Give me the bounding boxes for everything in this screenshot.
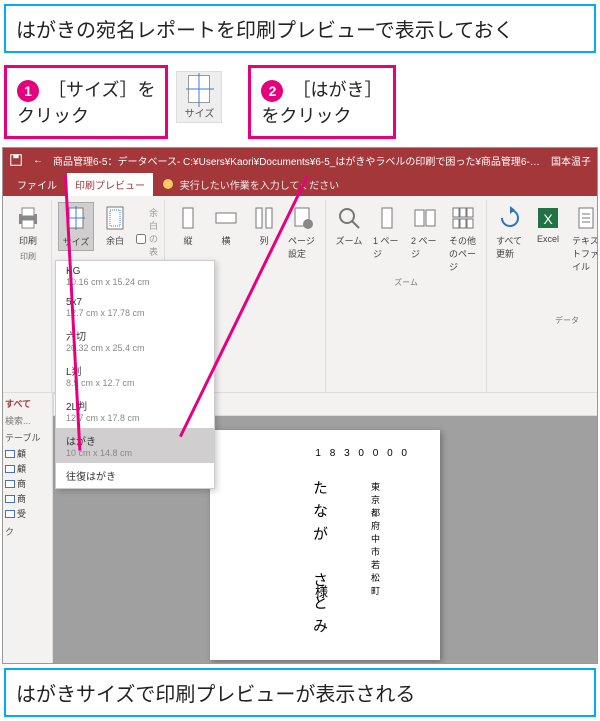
nav-table-item[interactable]: 受 xyxy=(5,506,50,521)
landscape-button[interactable]: 横 xyxy=(209,202,243,249)
size-button-label: サイズ xyxy=(185,105,215,120)
group-label-print: 印刷 xyxy=(20,251,36,262)
postcard-page: 1 8 3 0 0 0 0 東京都府中市若松町 たなが さとみ 様 xyxy=(210,430,440,660)
columns-icon xyxy=(250,204,278,232)
page-icon xyxy=(188,75,210,103)
nav-table-item[interactable]: 商 xyxy=(5,476,50,491)
more-pages-icon xyxy=(449,204,477,232)
step2-text-b: をクリック xyxy=(261,106,351,126)
ribbon-group-zoom: ズーム 1 ページ 2 ページ その他のページ ズーム xyxy=(326,200,487,392)
group-label-zoom: ズーム xyxy=(394,277,418,288)
table-icon xyxy=(5,450,15,458)
zoom-button[interactable]: ズーム xyxy=(332,202,366,249)
step1-text-a: ［サイズ］を xyxy=(48,80,155,100)
access-window: ← 商品管理6-5：データベース- C:¥Users¥Kaori¥Documen… xyxy=(2,147,598,664)
tab-print-preview[interactable]: 印刷プレビュー xyxy=(67,173,153,196)
margin-button[interactable]: 余白 xyxy=(98,202,132,249)
excel-icon: X xyxy=(534,204,562,232)
instruction-top: はがきの宛名レポートを印刷プレビューで表示しておく xyxy=(4,4,596,53)
two-page-button[interactable]: 2 ページ xyxy=(408,202,442,262)
print-label: 印刷 xyxy=(19,234,37,247)
excel-button[interactable]: X Excel xyxy=(531,202,565,246)
tab-file[interactable]: ファイル xyxy=(9,173,65,196)
nav-table-item[interactable]: 商 xyxy=(5,491,50,506)
size-dropdown-menu: KG 10.16 cm x 15.24 cm 5x7 12.7 cm x 17.… xyxy=(55,260,215,489)
annotation-step-1: 1 ［サイズ］を クリック xyxy=(4,65,168,139)
back-icon[interactable]: ← xyxy=(33,155,43,166)
svg-text:X: X xyxy=(543,211,553,227)
table-icon xyxy=(5,480,15,488)
instruction-bottom-text: はがきサイズで印刷プレビューが表示される xyxy=(16,684,415,706)
annotation-row: 1 ［サイズ］を クリック サイズ 2 ［はがき］ をクリック xyxy=(0,57,600,147)
ribbon-group-print: 印刷 印刷 xyxy=(5,200,52,392)
text-file-button[interactable]: テキストファイル xyxy=(569,202,598,275)
instruction-bottom: はがきサイズで印刷プレビューが表示される xyxy=(4,668,596,717)
landscape-icon xyxy=(212,204,240,232)
save-icon[interactable] xyxy=(9,153,23,167)
bulb-icon xyxy=(163,179,173,189)
group-label-data: データ xyxy=(555,315,579,326)
size-option-kg[interactable]: KG 10.16 cm x 15.24 cm xyxy=(56,261,214,292)
size-button[interactable]: サイズ xyxy=(58,202,94,251)
nav-group-tables[interactable]: テーブル xyxy=(5,431,50,444)
instruction-top-text: はがきの宛名レポートを印刷プレビューで表示しておく xyxy=(16,20,514,42)
show-margin-input[interactable] xyxy=(136,234,146,244)
size-option-6cut[interactable]: 六切 20.32 cm x 25.4 cm xyxy=(56,323,214,358)
size-option-5x7[interactable]: 5x7 12.7 cm x 17.78 cm xyxy=(56,292,214,323)
refresh-icon xyxy=(496,204,524,232)
zoom-icon xyxy=(335,204,363,232)
printer-icon xyxy=(14,204,42,232)
size-button-illustration: サイズ xyxy=(176,71,222,123)
table-icon xyxy=(5,465,15,473)
nav-header[interactable]: すべて xyxy=(5,397,50,410)
step-number-1: 1 xyxy=(17,80,39,102)
nav-table-item[interactable]: 顧 xyxy=(5,461,50,476)
step1-text-b: クリック xyxy=(17,106,89,126)
table-icon xyxy=(5,510,15,518)
tell-me-text: 実行したい作業を入力してください xyxy=(180,181,339,192)
ribbon-group-data: すべて更新 X Excel テキストファイル 📄PDF または XF ✉電子メー… xyxy=(487,200,598,392)
more-pages-button[interactable]: その他のページ xyxy=(446,202,480,275)
portrait-icon xyxy=(174,204,202,232)
size-option-l[interactable]: L判 8.9 cm x 12.7 cm xyxy=(56,358,214,393)
one-page-icon xyxy=(373,204,401,232)
table-icon xyxy=(5,495,15,503)
postcard-address: 東京都府中市若松町 xyxy=(369,482,382,599)
two-page-icon xyxy=(411,204,439,232)
nav-table-item[interactable]: 顧 xyxy=(5,446,50,461)
nav-group-queries[interactable]: ク xyxy=(5,525,50,538)
annotation-step-2: 2 ［はがき］ をクリック xyxy=(248,65,395,139)
title-bar: ← 商品管理6-5：データベース- C:¥Users¥Kaori¥Documen… xyxy=(3,148,597,172)
nav-search[interactable]: 検索... xyxy=(5,414,50,427)
postcard-honorific: 様 xyxy=(311,585,330,598)
user-name: 国本温子 xyxy=(551,153,591,168)
navigation-pane[interactable]: すべて 検索... テーブル 顧 顧 商 商 受 ク xyxy=(3,393,53,663)
portrait-button[interactable]: 縦 xyxy=(171,202,205,249)
print-button[interactable]: 印刷 xyxy=(11,202,45,249)
refresh-button[interactable]: すべて更新 xyxy=(493,202,527,262)
step-number-2: 2 xyxy=(261,80,283,102)
margin-label: 余白 xyxy=(106,234,124,247)
text-file-icon xyxy=(572,204,598,232)
step2-text-a: ［はがき］ xyxy=(293,80,383,100)
window-title: 商品管理6-5：データベース- C:¥Users¥Kaori¥Documents… xyxy=(53,153,541,168)
tell-me-search[interactable]: 実行したい作業を入力してください xyxy=(155,173,347,196)
postcard-name: たなが さとみ xyxy=(309,480,330,641)
margin-icon xyxy=(101,204,129,232)
one-page-button[interactable]: 1 ページ xyxy=(370,202,404,262)
postcard-zip: 1 8 3 0 0 0 0 xyxy=(315,448,410,459)
size-option-return-hagaki[interactable]: 往復はがき xyxy=(56,463,214,488)
